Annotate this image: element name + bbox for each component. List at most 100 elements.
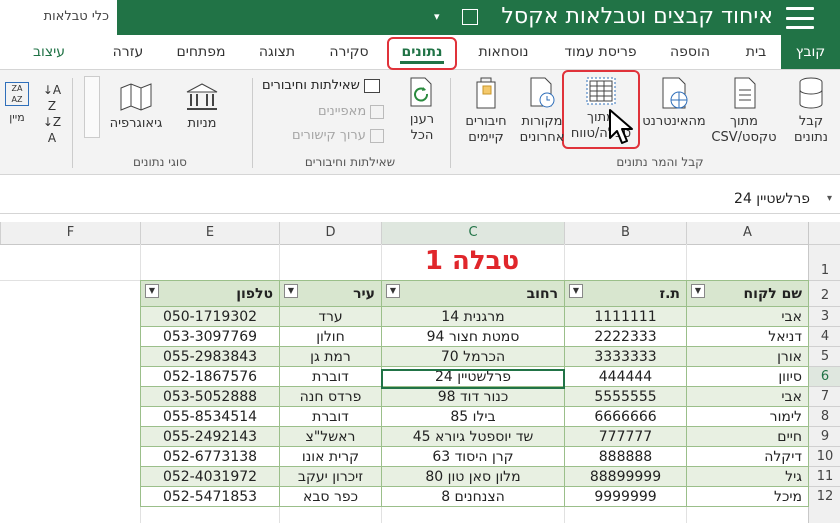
table-cell[interactable]: 052-4031972 <box>140 466 280 487</box>
table-header-cell[interactable]: ת.ז ▼ <box>564 280 687 307</box>
table-cell[interactable]: בילו 85 <box>381 406 565 427</box>
table-header-cell[interactable]: טלפון ▼ <box>140 280 280 307</box>
column-header-f[interactable]: F <box>0 222 140 244</box>
table-cell[interactable]: דניאל <box>686 326 809 347</box>
tab-formulas[interactable]: נוסחאות <box>466 35 541 69</box>
table-cell[interactable]: סמטת חצור 94 <box>381 326 565 347</box>
table-cell[interactable]: ערד <box>279 306 382 327</box>
column-header-c[interactable]: C <box>381 222 564 244</box>
table-cell[interactable]: 1111111 <box>564 306 687 327</box>
table-title[interactable]: טבלה 1 <box>380 244 564 280</box>
tab-developer[interactable]: מפתחים <box>168 35 234 69</box>
table-cell[interactable]: שד יוספטל גיורא 45 <box>381 426 565 447</box>
table-cell[interactable]: פרדס חנה <box>279 386 382 407</box>
table-cell[interactable]: רמת גן <box>279 346 382 367</box>
formula-expand-icon[interactable]: ▾ <box>827 185 832 213</box>
table-cell[interactable]: 3333333 <box>564 346 687 367</box>
filter-dropdown-icon[interactable]: ▼ <box>145 284 159 298</box>
table-cell[interactable]: 5555555 <box>564 386 687 407</box>
row-header-2[interactable]: 2 <box>809 280 840 306</box>
table-cell[interactable]: כנור דוד 98 <box>381 386 565 407</box>
quick-access-dropdown-icon[interactable]: ▾ <box>434 10 440 23</box>
hamburger-menu-icon[interactable] <box>786 7 814 29</box>
tab-insert[interactable]: הוספה <box>660 35 720 69</box>
table-cell[interactable]: חיים <box>686 426 809 447</box>
table-cell[interactable]: 052-6773138 <box>140 446 280 467</box>
table-cell[interactable]: חולון <box>279 326 382 347</box>
table-cell[interactable]: 777777 <box>564 426 687 447</box>
row-header-10[interactable]: 10 <box>809 446 840 466</box>
recent-sources-button[interactable]: מקורות אחרונים <box>514 76 570 146</box>
row-header-11[interactable]: 11 <box>809 466 840 486</box>
table-cell[interactable]: 88899999 <box>564 466 687 487</box>
filter-dropdown-icon[interactable]: ▼ <box>569 284 583 298</box>
tab-page-layout[interactable]: פריסת עמוד <box>553 35 648 69</box>
tab-home[interactable]: בית <box>736 35 776 69</box>
table-cell[interactable]: אבי <box>686 306 809 327</box>
row-header-8[interactable]: 8 <box>809 406 840 426</box>
table-cell[interactable]: סיוון <box>686 366 809 387</box>
column-header-d[interactable]: D <box>279 222 381 244</box>
table-header-cell[interactable]: שם לקוח ▼ <box>686 280 809 307</box>
row-header-5[interactable]: 5 <box>809 346 840 366</box>
stocks-button[interactable]: מניות <box>178 82 226 132</box>
row-header-4[interactable]: 4 <box>809 326 840 346</box>
row-header-9[interactable]: 9 <box>809 426 840 446</box>
table-cell[interactable]: 2222333 <box>564 326 687 347</box>
row-header-1[interactable]: 1 <box>809 244 840 280</box>
sort-ascending-button[interactable]: A↓ Z <box>40 82 64 114</box>
table-header-cell[interactable]: רחוב ▼ <box>381 280 565 307</box>
sort-dialog-button[interactable]: ZA AZ מיין <box>2 82 32 126</box>
table-cell[interactable]: מרגנית 14 <box>381 306 565 327</box>
table-tools-context-tab[interactable]: כלי טבלאות <box>0 0 117 35</box>
table-cell[interactable]: גיל <box>686 466 809 487</box>
tab-view[interactable]: תצוגה <box>250 35 304 69</box>
table-cell[interactable]: קרן היסוד 63 <box>381 446 565 467</box>
table-cell[interactable]: אבי <box>686 386 809 407</box>
table-cell[interactable]: 055-8534514 <box>140 406 280 427</box>
existing-connections-button[interactable]: חיבורים קיימים <box>456 76 516 146</box>
table-cell[interactable]: 050-1719302 <box>140 306 280 327</box>
edit-links-button[interactable]: ערוך קישורים <box>292 128 384 143</box>
formula-bar-content[interactable]: פרלשטיין 24 <box>734 185 810 213</box>
table-cell[interactable]: הצנחנים 8 <box>381 486 565 507</box>
tab-review[interactable]: סקירה <box>322 35 376 69</box>
table-cell[interactable]: 055-2983843 <box>140 346 280 367</box>
table-cell[interactable]: הכרמל 70 <box>381 346 565 367</box>
table-cell[interactable]: זיכרון יעקב <box>279 466 382 487</box>
properties-button[interactable]: מאפיינים <box>318 104 385 119</box>
table-header-cell[interactable]: עיר ▼ <box>279 280 382 307</box>
table-cell[interactable]: 052-1867576 <box>140 366 280 387</box>
table-cell[interactable]: מיכל <box>686 486 809 507</box>
get-data-button[interactable]: קבל נתונים <box>786 76 836 146</box>
table-cell[interactable]: אורן <box>686 346 809 367</box>
column-header-b[interactable]: B <box>564 222 686 244</box>
table-cell[interactable]: דוברת <box>279 406 382 427</box>
sort-descending-button[interactable]: Z↓ A <box>40 114 64 146</box>
table-cell[interactable]: 055-2492143 <box>140 426 280 447</box>
row-header-3[interactable]: 3 <box>809 306 840 326</box>
row-header-6[interactable]: 6 <box>809 366 840 386</box>
row-header-7[interactable]: 7 <box>809 386 840 406</box>
data-types-gallery-scroll[interactable] <box>84 76 100 138</box>
column-header-e[interactable]: E <box>140 222 279 244</box>
table-cell[interactable]: ראשל"צ <box>279 426 382 447</box>
column-header-a[interactable]: A <box>686 222 808 244</box>
table-cell[interactable]: 888888 <box>564 446 687 467</box>
table-cell[interactable]: 9999999 <box>564 486 687 507</box>
table-cell[interactable]: מלון סאן טון 80 <box>381 466 565 487</box>
table-cell[interactable]: קרית אונו <box>279 446 382 467</box>
queries-connections-button[interactable]: שאילתות וחיבורים <box>262 78 380 93</box>
table-cell[interactable]: 053-3097769 <box>140 326 280 347</box>
geography-button[interactable]: גיאוגרפיה <box>104 82 168 132</box>
table-cell[interactable]: 052-5471853 <box>140 486 280 507</box>
from-text-csv-button[interactable]: מתוך טקסט/CSV <box>706 76 782 146</box>
refresh-all-button[interactable]: רענן הכל <box>398 76 446 144</box>
table-cell[interactable]: לימור <box>686 406 809 427</box>
table-cell[interactable]: 053-5052888 <box>140 386 280 407</box>
filter-dropdown-icon[interactable]: ▼ <box>386 284 400 298</box>
filter-dropdown-icon[interactable]: ▼ <box>284 284 298 298</box>
tab-design[interactable]: עיצוב <box>22 35 76 69</box>
from-web-button[interactable]: מהאינטרנט <box>640 76 708 130</box>
row-header-12[interactable]: 12 <box>809 486 840 506</box>
